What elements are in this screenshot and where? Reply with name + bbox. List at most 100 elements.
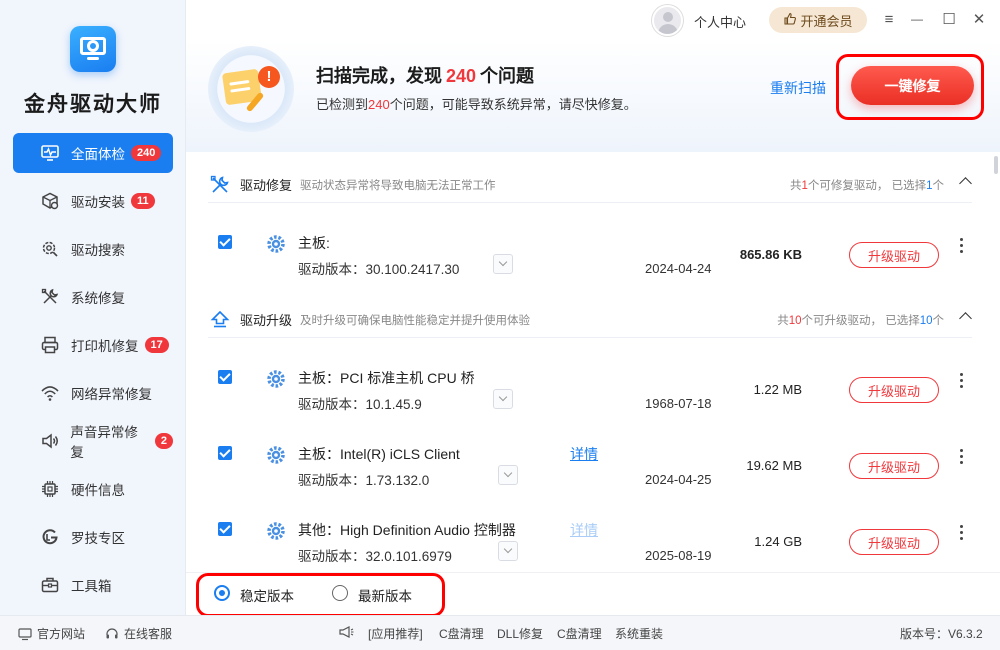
scan-report-icon: !: [208, 46, 294, 132]
sidebar-item-sound-repair[interactable]: 声音异常修复 2: [13, 421, 173, 461]
driver-date: 2024-04-24: [645, 261, 712, 276]
section-stat: 共1个可修复驱动， 已选择1个: [789, 179, 944, 192]
sidebar-item-driver-search[interactable]: 驱动搜索: [13, 229, 173, 269]
printer-icon: [39, 334, 61, 356]
more-options-icon[interactable]: [960, 525, 964, 541]
section-desc: 及时升级可确保电脑性能稳定并提升使用体验: [300, 314, 531, 327]
minimize-icon[interactable]: —: [908, 10, 926, 28]
chip-icon: [39, 478, 61, 500]
latest-version-radio[interactable]: [332, 585, 348, 601]
chevron-up-icon[interactable]: [959, 312, 972, 325]
latest-version-label[interactable]: 最新版本: [358, 585, 412, 605]
megaphone-icon: [338, 625, 359, 639]
one-click-repair-button[interactable]: 一键修复: [851, 66, 974, 105]
stable-version-radio[interactable]: [214, 585, 230, 601]
version-dropdown[interactable]: [498, 541, 518, 561]
sidebar-item-label: 工具箱: [71, 579, 112, 594]
sidebar-item-label: 系统修复: [71, 291, 125, 306]
details-link[interactable]: 详情: [570, 520, 598, 540]
upload-icon: [208, 308, 232, 332]
sidebar-item-system-repair[interactable]: 系统修复: [13, 277, 173, 317]
official-website-link[interactable]: 官方网站: [18, 625, 85, 642]
menu-icon[interactable]: ≡: [880, 10, 898, 28]
driver-name: 主板：PCI 标准主机 CPU 桥: [298, 370, 475, 386]
wrench-icon: [208, 173, 232, 197]
driver-gear-icon: [267, 370, 285, 388]
status-bar: 官方网站 在线客服 [应用推荐] C盘清理 DLL修复 C盘清理 系统重装 版本…: [0, 615, 1000, 650]
details-link[interactable]: 详情: [570, 444, 598, 464]
sidebar-item-label: 声音异常修复: [70, 425, 138, 460]
sidebar-item-printer-repair[interactable]: 打印机修复 17: [13, 325, 173, 365]
sidebar-item-driver-install[interactable]: 驱动安装 11: [13, 181, 173, 221]
c-drive-clean-link-2[interactable]: C盘清理: [557, 625, 602, 642]
box-gear-icon: [39, 190, 61, 212]
row-checkbox[interactable]: [218, 446, 232, 460]
section-desc: 驱动状态异常将导致电脑无法正常工作: [300, 179, 496, 192]
driver-size: 19.62 MB: [746, 458, 802, 473]
row-checkbox[interactable]: [218, 370, 232, 384]
sidebar-item-network-repair[interactable]: 网络异常修复: [13, 373, 173, 413]
row-checkbox[interactable]: [218, 522, 232, 536]
more-options-icon[interactable]: [960, 238, 964, 254]
sidebar-item-toolbox[interactable]: 工具箱: [13, 565, 173, 605]
title-bar: 个人中心 开通会员 ≡ — ☐ ✕: [186, 0, 1000, 40]
upgrade-driver-button[interactable]: 升级驱动: [849, 453, 939, 479]
section-header-driver-repair[interactable]: 驱动修复 驱动状态异常将导致电脑无法正常工作 共1个可修复驱动， 已选择1个: [208, 167, 972, 203]
chevron-up-icon[interactable]: [959, 177, 972, 190]
maximize-icon[interactable]: ☐: [940, 10, 958, 28]
version-option-bar: 稳定版本 最新版本: [186, 572, 1000, 617]
row-checkbox[interactable]: [218, 235, 232, 249]
issue-count: 240: [446, 66, 477, 86]
wifi-icon: [39, 382, 61, 404]
sidebar: 金舟驱动大师 全面体检 240 驱动安装 11 驱动搜索 系统修复 打印机修复 …: [0, 0, 186, 615]
system-reinstall-link[interactable]: 系统重装: [615, 625, 663, 642]
version-number: 版本号：V6.3.2: [900, 627, 983, 641]
user-center-link[interactable]: 个人中心: [694, 12, 746, 31]
thumbs-up-icon: [783, 12, 797, 29]
driver-list: 驱动修复 驱动状态异常将导致电脑无法正常工作 共1个可修复驱动， 已选择1个 主…: [186, 152, 1000, 572]
more-options-icon[interactable]: [960, 449, 964, 465]
sidebar-item-label: 全面体检: [71, 147, 125, 162]
driver-size: 865.86 KB: [739, 247, 802, 262]
sidebar-item-full-check[interactable]: 全面体检 240: [13, 133, 173, 173]
scan-result-banner: ! 扫描完成，发现 240 个问题 已检测到240个问题，可能导致系统异常，请尽快修…: [186, 40, 1000, 152]
section-title: 驱动修复: [240, 178, 293, 193]
section-header-driver-upgrade[interactable]: 驱动升级 及时升级可确保电脑性能稳定并提升使用体验 共10个可升级驱动， 已选择…: [208, 302, 972, 338]
wrench-icon: [39, 286, 61, 308]
version-dropdown[interactable]: [493, 254, 513, 274]
c-drive-clean-link[interactable]: C盘清理: [439, 625, 484, 642]
logitech-icon: [39, 526, 61, 548]
driver-row: 主板：Intel(R) iCLS Client 详情 驱动版本：1.73.132…: [208, 427, 972, 499]
version-dropdown[interactable]: [493, 389, 513, 409]
sidebar-item-label: 硬件信息: [71, 483, 125, 498]
more-options-icon[interactable]: [960, 373, 964, 389]
dll-repair-link[interactable]: DLL修复: [497, 625, 543, 642]
upgrade-driver-button[interactable]: 升级驱动: [849, 377, 939, 403]
section-title: 驱动升级: [240, 313, 293, 328]
sidebar-item-label: 网络异常修复: [71, 387, 152, 402]
close-icon[interactable]: ✕: [970, 10, 988, 28]
online-support-link[interactable]: 在线客服: [105, 625, 172, 642]
vip-label: 开通会员: [800, 13, 853, 29]
avatar[interactable]: [652, 5, 683, 36]
stable-version-label[interactable]: 稳定版本: [240, 585, 294, 605]
headset-icon: [106, 627, 118, 638]
rescan-link[interactable]: 重新扫描: [770, 78, 826, 98]
toolbox-icon: [39, 574, 61, 596]
driver-row: 主板：PCI 标准主机 CPU 桥 驱动版本：10.1.45.9 1968-07…: [208, 351, 972, 423]
driver-name: 主板:: [298, 235, 330, 251]
driver-row: 其他：High Definition Audio 控制器 详情 驱动版本：32.…: [208, 503, 972, 572]
scrollbar[interactable]: [994, 156, 998, 174]
driver-size: 1.24 GB: [754, 534, 802, 549]
vip-button[interactable]: 开通会员: [769, 7, 867, 33]
upgrade-driver-button[interactable]: 升级驱动: [849, 529, 939, 555]
count-badge: 2: [154, 433, 173, 449]
monitor-pulse-icon: [39, 142, 61, 164]
driver-gear-icon: [267, 446, 285, 464]
version-dropdown[interactable]: [498, 465, 518, 485]
sidebar-item-hardware-info[interactable]: 硬件信息: [13, 469, 173, 509]
sidebar-item-logitech[interactable]: 罗技专区: [13, 517, 173, 557]
upgrade-driver-button[interactable]: 升级驱动: [849, 242, 939, 268]
monitor-icon: [18, 627, 32, 640]
driver-row: 主板: 驱动版本：30.100.2417.30 2024-04-24 865.8…: [208, 216, 972, 288]
